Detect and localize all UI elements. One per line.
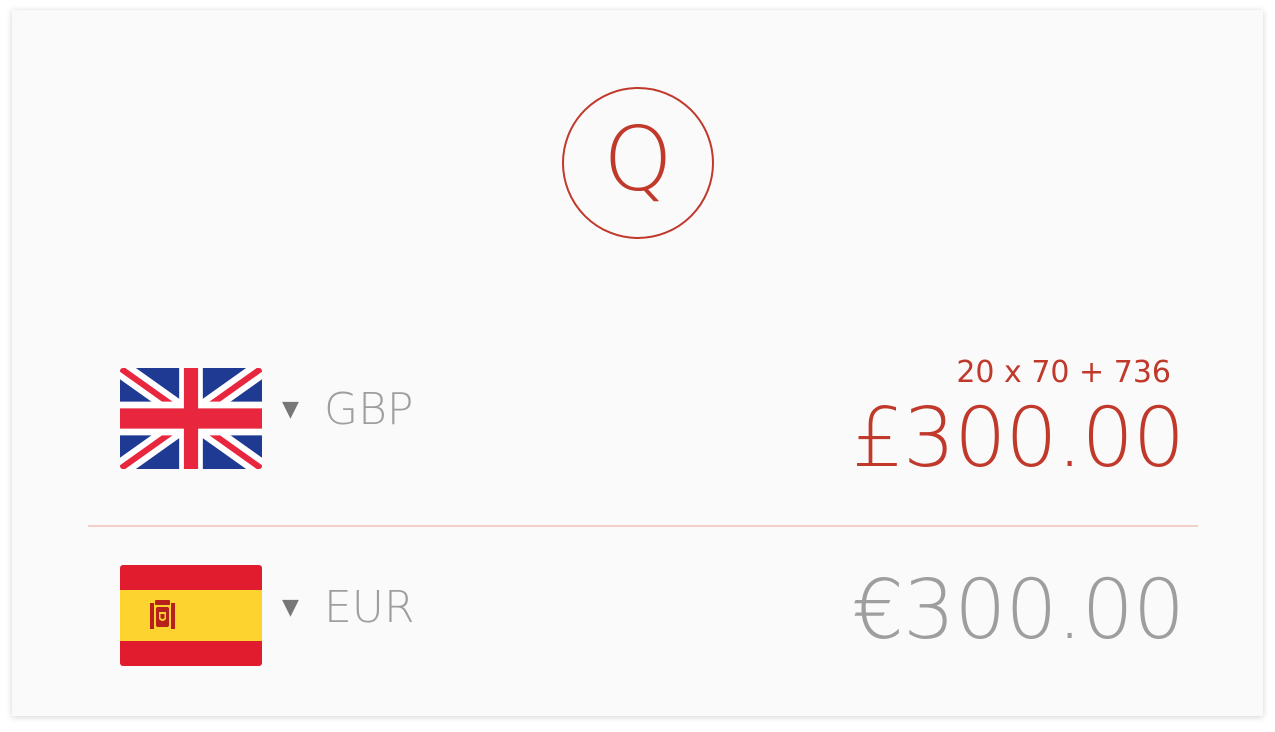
from-currency-row: ▼ GBP 20 x 70 + 736 £300.00 [12, 350, 1263, 500]
spain-flag-icon[interactable] [120, 565, 262, 666]
to-currency-row: ▼ EUR €300.00 [12, 545, 1263, 695]
to-currency-dropdown[interactable]: ▼ EUR [282, 586, 415, 630]
from-formula: 20 x 70 + 736 [956, 355, 1171, 390]
from-currency-code: GBP [324, 384, 414, 435]
logo-icon: Q [562, 87, 714, 239]
logo-letter: Q [603, 108, 673, 211]
converter-card: Q ▼ GBP 20 x 70 + 736 £300.00 ▼ EUR €300… [12, 10, 1263, 716]
from-currency-dropdown[interactable]: ▼ GBP [282, 388, 413, 432]
uk-flag-icon[interactable] [120, 368, 262, 469]
chevron-down-icon: ▼ [282, 595, 299, 620]
from-amount-input[interactable]: £300.00 [852, 398, 1185, 480]
to-currency-code: EUR [324, 582, 415, 633]
chevron-down-icon: ▼ [282, 397, 299, 422]
divider [88, 525, 1198, 527]
to-amount-value: €300.00 [851, 563, 1185, 658]
